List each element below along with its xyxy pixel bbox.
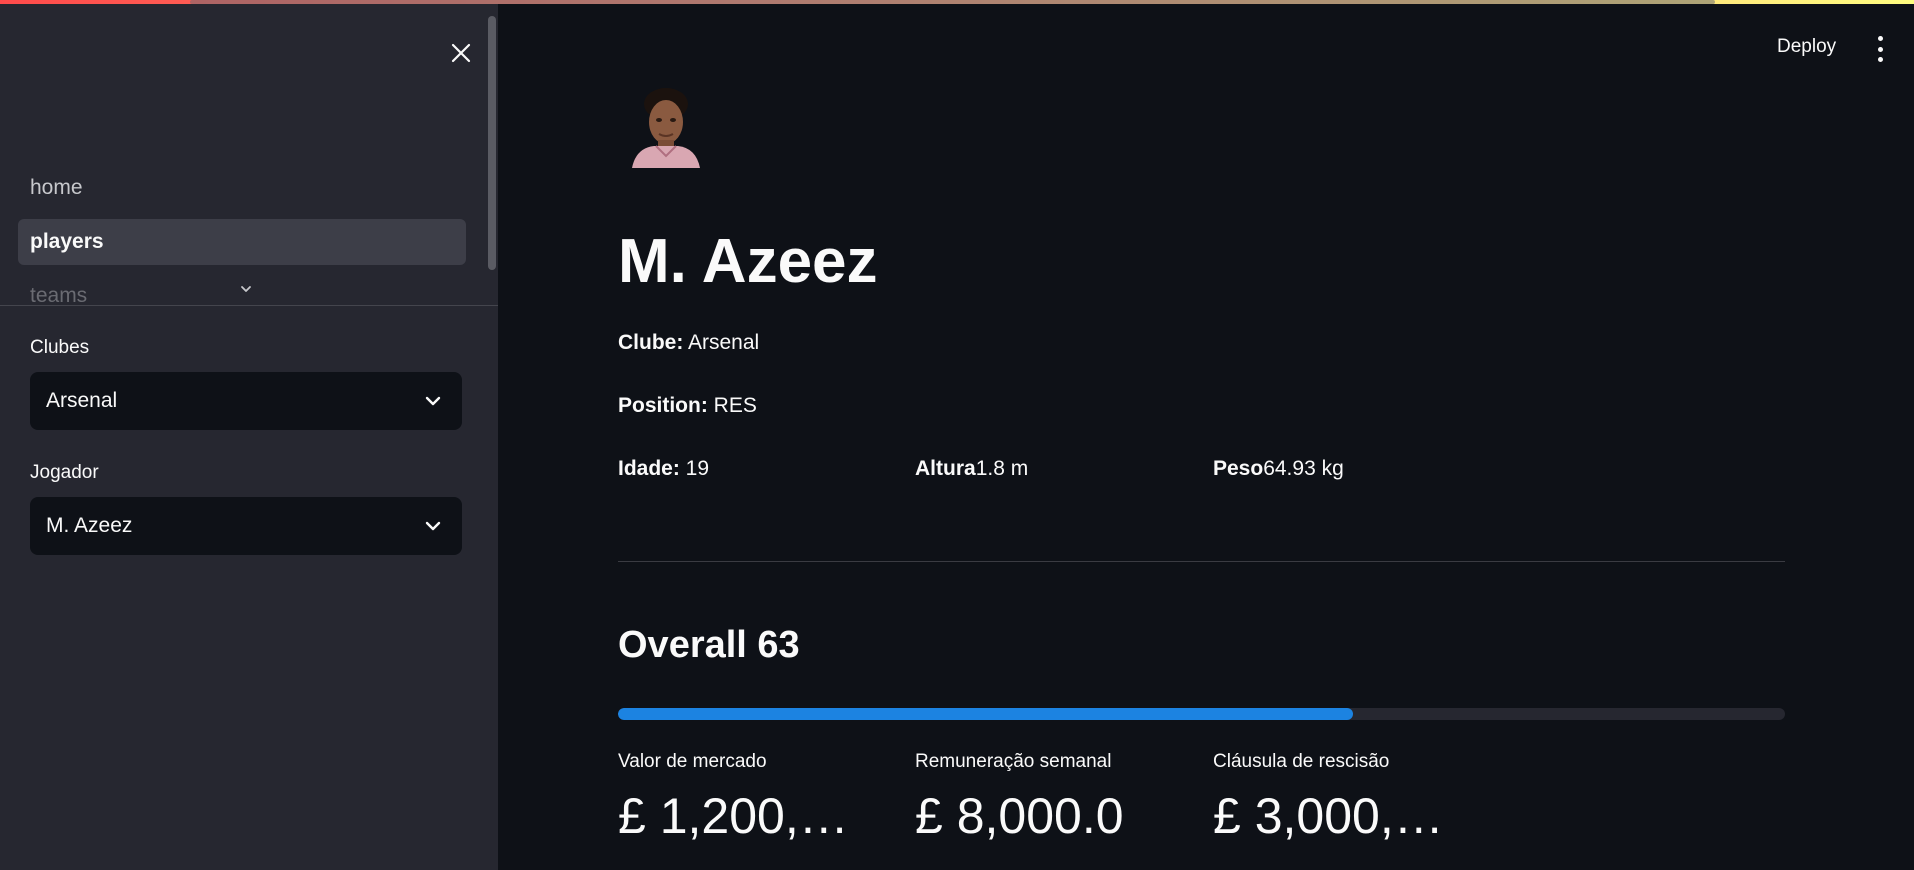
sidebar-item-label: home (30, 176, 83, 199)
position-info-value: RES (707, 394, 757, 417)
sidebar-item-label: teams (30, 284, 88, 303)
clubes-select[interactable]: Arsenal (30, 372, 462, 430)
chevron-down-icon (425, 521, 441, 531)
overall-progress-bar (618, 708, 1785, 720)
altura-info-label: Altura (915, 457, 976, 480)
sidebar: home players teams Clubes Arsenal Jogado… (0, 0, 498, 870)
overall-heading: Overall 63 (618, 624, 800, 666)
clube-info: Clube: Arsenal (618, 329, 759, 357)
peso-info-label: Peso (1213, 457, 1264, 480)
metric-value-clausula: £ 3,000,0… (1213, 788, 1471, 844)
close-sidebar-button[interactable] (446, 38, 476, 68)
kebab-dot (1877, 36, 1883, 41)
deploy-button[interactable]: Deploy (1777, 36, 1836, 58)
close-icon (451, 43, 471, 63)
position-info-label: Position: (618, 394, 708, 417)
peso-info: Peso64.93 kg (1213, 455, 1344, 483)
clube-info-label: Clube: (618, 331, 684, 354)
sidebar-item-label: players (30, 230, 104, 253)
idade-info-value: 19 (679, 457, 710, 480)
metric-label-remuneracao: Remuneração semanal (915, 751, 1112, 772)
position-info: Position: RES (618, 392, 757, 420)
jogador-select[interactable]: M. Azeez (30, 497, 462, 555)
clubes-label: Clubes (30, 337, 90, 358)
top-scrim (190, 0, 1715, 4)
altura-info: Altura1.8 m (915, 455, 1028, 483)
overall-progress-fill (618, 708, 1354, 720)
main-menu-button[interactable] (1870, 36, 1890, 62)
player-photo-image (626, 80, 704, 168)
sidebar-item-home[interactable]: home (18, 165, 466, 211)
metric-value-valor: £ 1,200,0… (618, 788, 876, 844)
player-name-title: M. Azeez (618, 227, 878, 296)
nav-expand-chevron-icon[interactable] (238, 281, 254, 297)
kebab-dot (1877, 57, 1883, 62)
jogador-label: Jogador (30, 462, 99, 483)
idade-info-label: Idade: (618, 457, 680, 480)
idade-info: Idade: 19 (618, 455, 709, 483)
metric-value-remuneracao: £ 8,000.0 (915, 788, 1124, 844)
sidebar-item-players[interactable]: players (18, 219, 466, 265)
jogador-selected-value: M. Azeez (46, 514, 133, 537)
player-photo (626, 80, 704, 168)
peso-info-value: 64.93 kg (1263, 457, 1344, 480)
metric-label-valor: Valor de mercado (618, 751, 767, 772)
clube-info-value: Arsenal (683, 331, 760, 354)
chevron-down-icon (425, 396, 441, 406)
altura-info-value: 1.8 m (975, 457, 1029, 480)
kebab-dot (1877, 46, 1883, 52)
section-divider (618, 561, 1785, 562)
metric-label-clausula: Cláusula de rescisão (1213, 751, 1390, 772)
clubes-selected-value: Arsenal (46, 389, 118, 412)
top-progress-decoration (0, 0, 1914, 4)
sidebar-scrollbar[interactable] (488, 16, 496, 270)
nav-divider (0, 305, 498, 306)
